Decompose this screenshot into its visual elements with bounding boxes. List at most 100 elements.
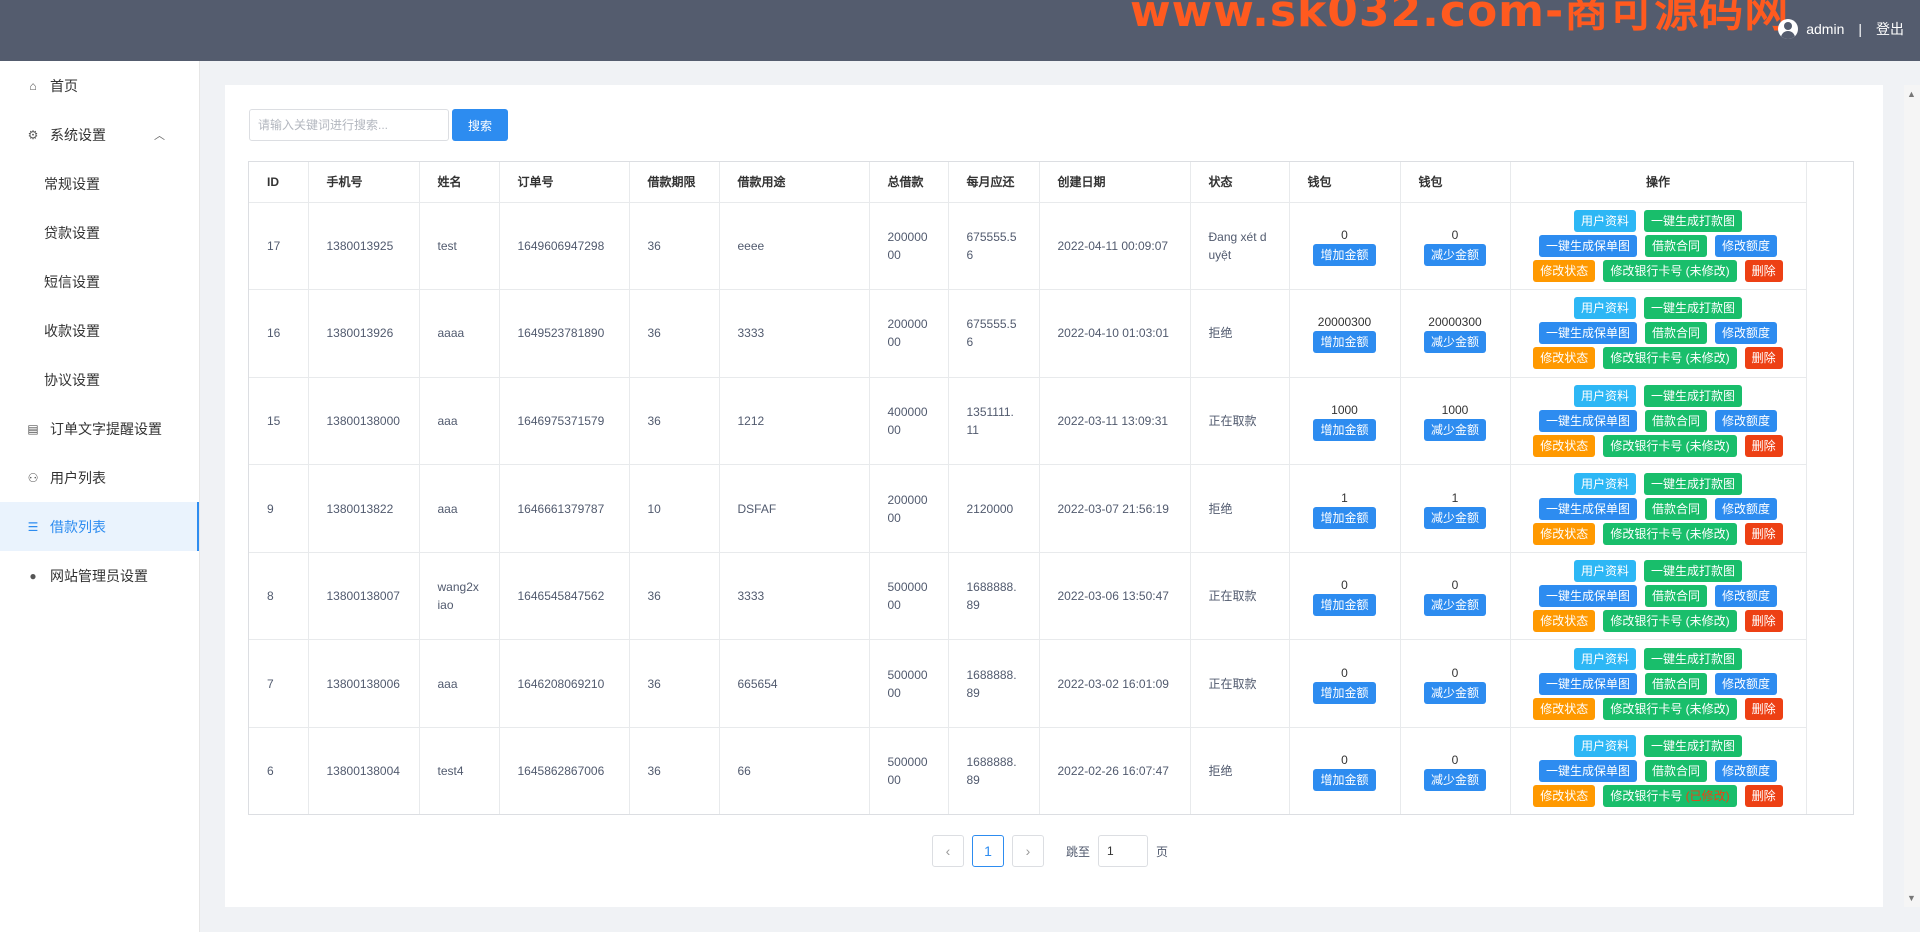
loan-contract-button[interactable]: 借款合同 bbox=[1644, 322, 1707, 345]
sidebar-item-agreement-settings[interactable]: 协议设置 bbox=[0, 355, 199, 404]
edit-bank-card-button[interactable]: 修改银行卡号 (未修改) bbox=[1603, 347, 1737, 370]
generate-policy-image-button[interactable]: 一键生成保单图 bbox=[1538, 760, 1637, 783]
edit-status-button[interactable]: 修改状态 bbox=[1533, 610, 1596, 633]
generate-payment-image-button[interactable]: 一键生成打款图 bbox=[1644, 560, 1743, 583]
prev-page-button[interactable]: ‹ bbox=[932, 835, 964, 867]
sidebar-item-loan-settings[interactable]: 贷款设置 bbox=[0, 208, 199, 257]
delete-button[interactable]: 删除 bbox=[1744, 697, 1783, 720]
edit-status-button[interactable]: 修改状态 bbox=[1533, 347, 1596, 370]
edit-status-button[interactable]: 修改状态 bbox=[1533, 259, 1596, 282]
reduce-amount-button[interactable]: 减少金额 bbox=[1423, 681, 1486, 704]
delete-button[interactable]: 删除 bbox=[1744, 347, 1783, 370]
user-info-button[interactable]: 用户资料 bbox=[1573, 297, 1636, 320]
edit-quota-button[interactable]: 修改额度 bbox=[1715, 409, 1778, 432]
reduce-amount-button[interactable]: 减少金额 bbox=[1423, 594, 1486, 617]
delete-button[interactable]: 删除 bbox=[1744, 434, 1783, 457]
add-amount-button[interactable]: 增加金额 bbox=[1313, 506, 1376, 529]
add-amount-button[interactable]: 增加金额 bbox=[1313, 594, 1376, 617]
edit-bank-card-button[interactable]: 修改银行卡号 (已修改) bbox=[1603, 785, 1737, 808]
delete-button[interactable]: 删除 bbox=[1744, 785, 1783, 808]
edit-status-button[interactable]: 修改状态 bbox=[1533, 434, 1596, 457]
sidebar-item-payment-settings[interactable]: 收款设置 bbox=[0, 306, 199, 355]
username-label[interactable]: admin bbox=[1806, 21, 1844, 37]
sidebar-item-loan-list[interactable]: ☰ 借款列表 bbox=[0, 502, 199, 551]
generate-payment-image-button[interactable]: 一键生成打款图 bbox=[1644, 647, 1743, 670]
sidebar-item-admin-settings[interactable]: ● 网站管理员设置 bbox=[0, 551, 199, 600]
generate-policy-image-button[interactable]: 一键生成保单图 bbox=[1538, 497, 1637, 520]
scroll-up-arrow-icon[interactable]: ▲ bbox=[1907, 89, 1916, 99]
generate-payment-image-button[interactable]: 一键生成打款图 bbox=[1644, 735, 1743, 758]
reduce-amount-button[interactable]: 减少金额 bbox=[1423, 506, 1486, 529]
edit-status-button[interactable]: 修改状态 bbox=[1533, 785, 1596, 808]
edit-bank-card-button[interactable]: 修改银行卡号 (未修改) bbox=[1603, 522, 1737, 545]
next-page-button[interactable]: › bbox=[1012, 835, 1044, 867]
user-avatar-icon[interactable] bbox=[1778, 19, 1799, 39]
edit-quota-button[interactable]: 修改额度 bbox=[1715, 585, 1778, 608]
user-info-button[interactable]: 用户资料 bbox=[1573, 384, 1636, 407]
delete-button[interactable]: 删除 bbox=[1744, 610, 1783, 633]
generate-policy-image-button[interactable]: 一键生成保单图 bbox=[1538, 322, 1637, 345]
search-button[interactable]: 搜索 bbox=[452, 109, 508, 141]
sidebar-item-sms-settings[interactable]: 短信设置 bbox=[0, 257, 199, 306]
add-amount-button[interactable]: 增加金额 bbox=[1313, 331, 1376, 354]
add-amount-button[interactable]: 增加金额 bbox=[1313, 769, 1376, 792]
generate-payment-image-button[interactable]: 一键生成打款图 bbox=[1644, 472, 1743, 495]
sidebar-item-home[interactable]: ⌂ 首页 bbox=[0, 61, 199, 110]
reduce-amount-button[interactable]: 减少金额 bbox=[1423, 418, 1486, 441]
loan-contract-button[interactable]: 借款合同 bbox=[1644, 409, 1707, 432]
home-icon: ⌂ bbox=[29, 78, 37, 93]
generate-policy-image-button[interactable]: 一键生成保单图 bbox=[1538, 409, 1637, 432]
reduce-amount-button[interactable]: 减少金额 bbox=[1423, 331, 1486, 354]
page-number-button[interactable]: 1 bbox=[972, 835, 1004, 867]
add-amount-button[interactable]: 增加金额 bbox=[1313, 418, 1376, 441]
sidebar-item-order-reminder[interactable]: ▤ 订单文字提醒设置 bbox=[0, 404, 199, 453]
wallet-value: 0 bbox=[1451, 578, 1459, 593]
edit-status-button[interactable]: 修改状态 bbox=[1533, 522, 1596, 545]
user-info-button[interactable]: 用户资料 bbox=[1573, 647, 1636, 670]
sidebar-item-user-list[interactable]: ⚇ 用户列表 bbox=[0, 453, 199, 502]
edit-bank-card-button[interactable]: 修改银行卡号 (未修改) bbox=[1603, 259, 1737, 282]
loan-contract-button[interactable]: 借款合同 bbox=[1644, 585, 1707, 608]
sidebar-item-general-settings[interactable]: 常规设置 bbox=[0, 159, 199, 208]
reduce-amount-button[interactable]: 减少金额 bbox=[1423, 769, 1486, 792]
cell-created-date: 2022-03-11 13:09:31 bbox=[1039, 377, 1191, 466]
edit-quota-button[interactable]: 修改额度 bbox=[1715, 760, 1778, 783]
edit-quota-button[interactable]: 修改额度 bbox=[1715, 672, 1778, 695]
logout-link[interactable]: 登出 bbox=[1876, 19, 1904, 39]
edit-quota-button[interactable]: 修改额度 bbox=[1715, 497, 1778, 520]
loan-contract-button[interactable]: 借款合同 bbox=[1644, 672, 1707, 695]
search-input[interactable] bbox=[249, 109, 449, 141]
edit-status-button[interactable]: 修改状态 bbox=[1533, 697, 1596, 720]
generate-payment-image-button[interactable]: 一键生成打款图 bbox=[1644, 384, 1743, 407]
edit-bank-card-button[interactable]: 修改银行卡号 (未修改) bbox=[1603, 610, 1737, 633]
generate-payment-image-button[interactable]: 一键生成打款图 bbox=[1644, 209, 1743, 232]
user-info-button[interactable]: 用户资料 bbox=[1573, 209, 1636, 232]
delete-button[interactable]: 删除 bbox=[1744, 259, 1783, 282]
add-amount-button[interactable]: 增加金额 bbox=[1313, 681, 1376, 704]
cell-wallet: 0 增加金额 bbox=[1289, 552, 1401, 641]
loan-contract-button[interactable]: 借款合同 bbox=[1644, 497, 1707, 520]
jump-page-input[interactable] bbox=[1098, 835, 1149, 867]
generate-policy-image-button[interactable]: 一键生成保单图 bbox=[1538, 234, 1637, 257]
vertical-scrollbar[interactable]: ▲ ▼ bbox=[1904, 85, 1920, 907]
user-info-button[interactable]: 用户资料 bbox=[1573, 560, 1636, 583]
sidebar-item-system-settings[interactable]: ⚙ 系统设置 ︿ bbox=[0, 110, 199, 159]
add-amount-button[interactable]: 增加金额 bbox=[1313, 243, 1376, 266]
generate-policy-image-button[interactable]: 一键生成保单图 bbox=[1538, 672, 1637, 695]
user-info-button[interactable]: 用户资料 bbox=[1573, 735, 1636, 758]
user-info-button[interactable]: 用户资料 bbox=[1573, 472, 1636, 495]
cell-phone: 13800138007 bbox=[308, 552, 420, 641]
cell-monthly-payment: 1351111.11 bbox=[948, 377, 1040, 466]
edit-quota-button[interactable]: 修改额度 bbox=[1715, 234, 1778, 257]
generate-payment-image-button[interactable]: 一键生成打款图 bbox=[1644, 297, 1743, 320]
reduce-amount-button[interactable]: 减少金额 bbox=[1423, 243, 1486, 266]
edit-bank-card-button[interactable]: 修改银行卡号 (未修改) bbox=[1603, 434, 1737, 457]
generate-policy-image-button[interactable]: 一键生成保单图 bbox=[1538, 585, 1637, 608]
loan-contract-button[interactable]: 借款合同 bbox=[1644, 234, 1707, 257]
edit-quota-button[interactable]: 修改额度 bbox=[1715, 322, 1778, 345]
edit-bank-card-button[interactable]: 修改银行卡号 (未修改) bbox=[1603, 697, 1737, 720]
loan-contract-button[interactable]: 借款合同 bbox=[1644, 760, 1707, 783]
document-icon: ▤ bbox=[27, 421, 39, 436]
scroll-down-arrow-icon[interactable]: ▼ bbox=[1907, 893, 1916, 903]
delete-button[interactable]: 删除 bbox=[1744, 522, 1783, 545]
